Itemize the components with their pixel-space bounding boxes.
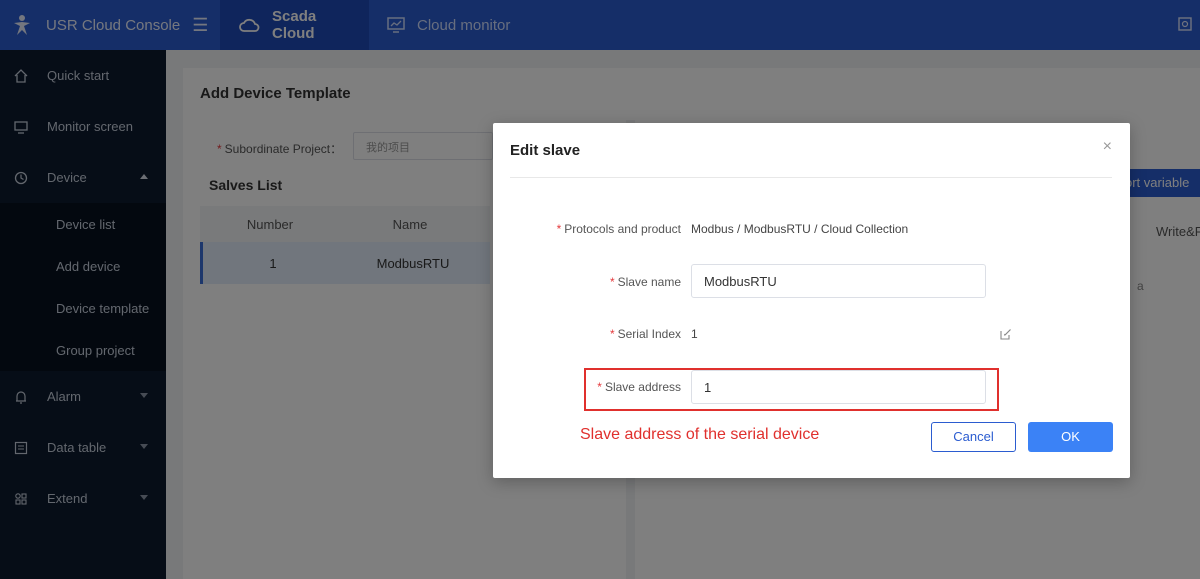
annotation-text: Slave address of the serial device: [580, 426, 820, 443]
slave-address-input[interactable]: 1: [691, 370, 986, 404]
serial-index-value: 1: [691, 327, 698, 341]
edit-icon[interactable]: [1000, 328, 1012, 340]
edit-slave-dialog: Edit slave × * Protocols and product Modb…: [493, 123, 1130, 478]
protocols-label: * Protocols and product: [556, 222, 681, 236]
serial-index-label: * Serial Index: [609, 327, 681, 341]
slave-name-input[interactable]: ModbusRTU: [691, 264, 986, 298]
dialog-title: Edit slave: [510, 142, 581, 159]
close-icon[interactable]: ×: [1103, 139, 1112, 155]
ok-button[interactable]: OK: [1028, 422, 1113, 452]
cancel-button[interactable]: Cancel: [931, 422, 1016, 452]
protocols-value: Modbus / ModbusRTU / Cloud Collection: [691, 222, 909, 236]
slave-name-label: * Slave name: [609, 275, 681, 289]
slave-address-label: * Slave address: [597, 380, 681, 394]
dialog-divider: [510, 177, 1112, 178]
